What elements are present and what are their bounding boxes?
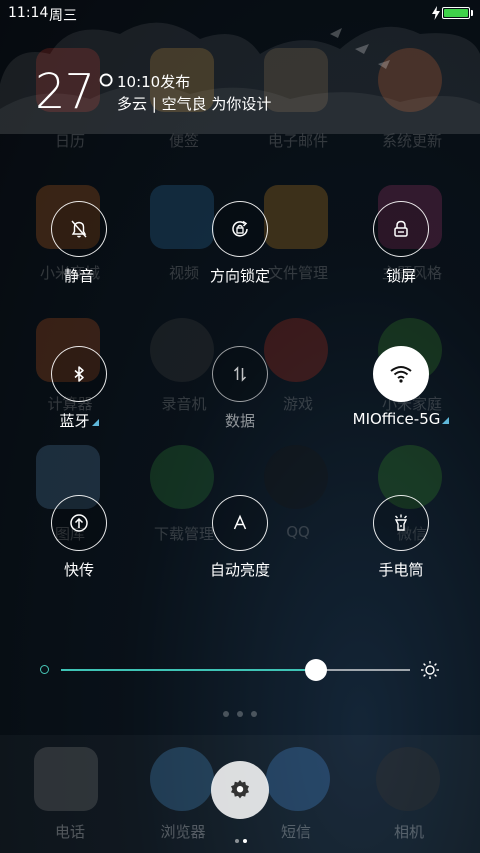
rotation-lock-icon bbox=[232, 220, 248, 237]
weather-published-time: 10:10发布 bbox=[117, 73, 191, 91]
brightness-track[interactable] bbox=[61, 659, 410, 681]
lock-screen-button[interactable] bbox=[373, 201, 429, 257]
dock-app-label: 电话 bbox=[54, 823, 85, 841]
battery-tip bbox=[471, 10, 473, 16]
expand-indicator-icon bbox=[442, 417, 450, 424]
messages-app-icon bbox=[266, 747, 330, 811]
camera-app-icon bbox=[376, 747, 440, 811]
toggle-transfer[interactable]: 快传 bbox=[9, 495, 149, 580]
browser-app-icon bbox=[150, 747, 214, 811]
weather-summary: 多云 | 空气良 为你设计 bbox=[117, 95, 272, 113]
brightness-slider[interactable] bbox=[40, 657, 440, 685]
weather-temperature[interactable]: 27° bbox=[35, 64, 118, 120]
expand-indicator-icon bbox=[91, 419, 99, 426]
mute-label: 静音 bbox=[63, 267, 94, 285]
gear-icon bbox=[231, 780, 249, 799]
lock-icon bbox=[394, 220, 408, 237]
upload-icon bbox=[70, 514, 88, 532]
flashlight-label: 手电筒 bbox=[378, 561, 424, 579]
transfer-label: 快传 bbox=[63, 561, 94, 579]
auto-brightness-button[interactable] bbox=[212, 495, 268, 551]
toggle-data[interactable]: 数据 bbox=[170, 346, 310, 431]
dock-app-label: 短信 bbox=[280, 823, 311, 841]
bluetooth-label-text: 蓝牙 bbox=[59, 412, 90, 430]
toggle-rotation-lock[interactable]: 方向锁定 bbox=[170, 201, 310, 286]
letter-a-icon bbox=[233, 514, 247, 530]
battery-icon bbox=[442, 7, 470, 19]
status-weekday: 周三 bbox=[49, 8, 77, 24]
panel-page-indicator bbox=[233, 828, 249, 847]
settings-button[interactable] bbox=[211, 761, 269, 819]
toggle-bluetooth[interactable]: 蓝牙 bbox=[9, 346, 149, 431]
bell-slash-icon bbox=[71, 220, 87, 238]
wifi-icon bbox=[390, 366, 412, 383]
data-arrows-icon bbox=[233, 366, 247, 382]
status-time: 11:14 bbox=[8, 5, 49, 21]
toggle-auto-brightness[interactable]: 自动亮度 bbox=[170, 495, 310, 580]
transfer-button[interactable] bbox=[51, 495, 107, 551]
brightness-sun-icon bbox=[421, 661, 439, 679]
phone-app-icon bbox=[34, 747, 98, 811]
brightness-thumb[interactable] bbox=[304, 659, 327, 681]
charging-icon bbox=[432, 6, 440, 20]
bluetooth-label: 蓝牙 bbox=[9, 410, 149, 431]
mute-button[interactable] bbox=[51, 201, 107, 257]
brightness-min-icon bbox=[40, 665, 49, 674]
toggle-wifi[interactable]: MIOffice-5G bbox=[331, 346, 471, 428]
rotation-lock-button[interactable] bbox=[212, 201, 268, 257]
dock-app-label: 相机 bbox=[393, 823, 424, 841]
toggle-lock-screen[interactable]: 锁屏 bbox=[331, 201, 471, 286]
wifi-label: MIOffice-5G bbox=[331, 410, 471, 428]
lock-screen-label: 锁屏 bbox=[385, 267, 416, 285]
bluetooth-icon bbox=[74, 366, 84, 382]
bluetooth-button[interactable] bbox=[51, 346, 107, 402]
data-button[interactable] bbox=[212, 346, 268, 402]
flashlight-icon bbox=[394, 514, 408, 531]
wifi-button[interactable] bbox=[373, 346, 429, 402]
status-bar: 11:14 周三 bbox=[0, 0, 480, 28]
wifi-label-text: MIOffice-5G bbox=[352, 410, 441, 428]
data-label: 数据 bbox=[224, 412, 255, 430]
rotation-lock-label: 方向锁定 bbox=[209, 267, 270, 285]
auto-brightness-label: 自动亮度 bbox=[209, 561, 270, 579]
toggle-mute[interactable]: 静音 bbox=[9, 201, 149, 286]
homescreen-page-indicator bbox=[0, 702, 480, 721]
dock-app-label: 浏览器 bbox=[160, 823, 206, 841]
toggle-flashlight[interactable]: 手电筒 bbox=[331, 495, 471, 580]
brightness-fill bbox=[61, 669, 316, 671]
flashlight-button[interactable] bbox=[373, 495, 429, 551]
